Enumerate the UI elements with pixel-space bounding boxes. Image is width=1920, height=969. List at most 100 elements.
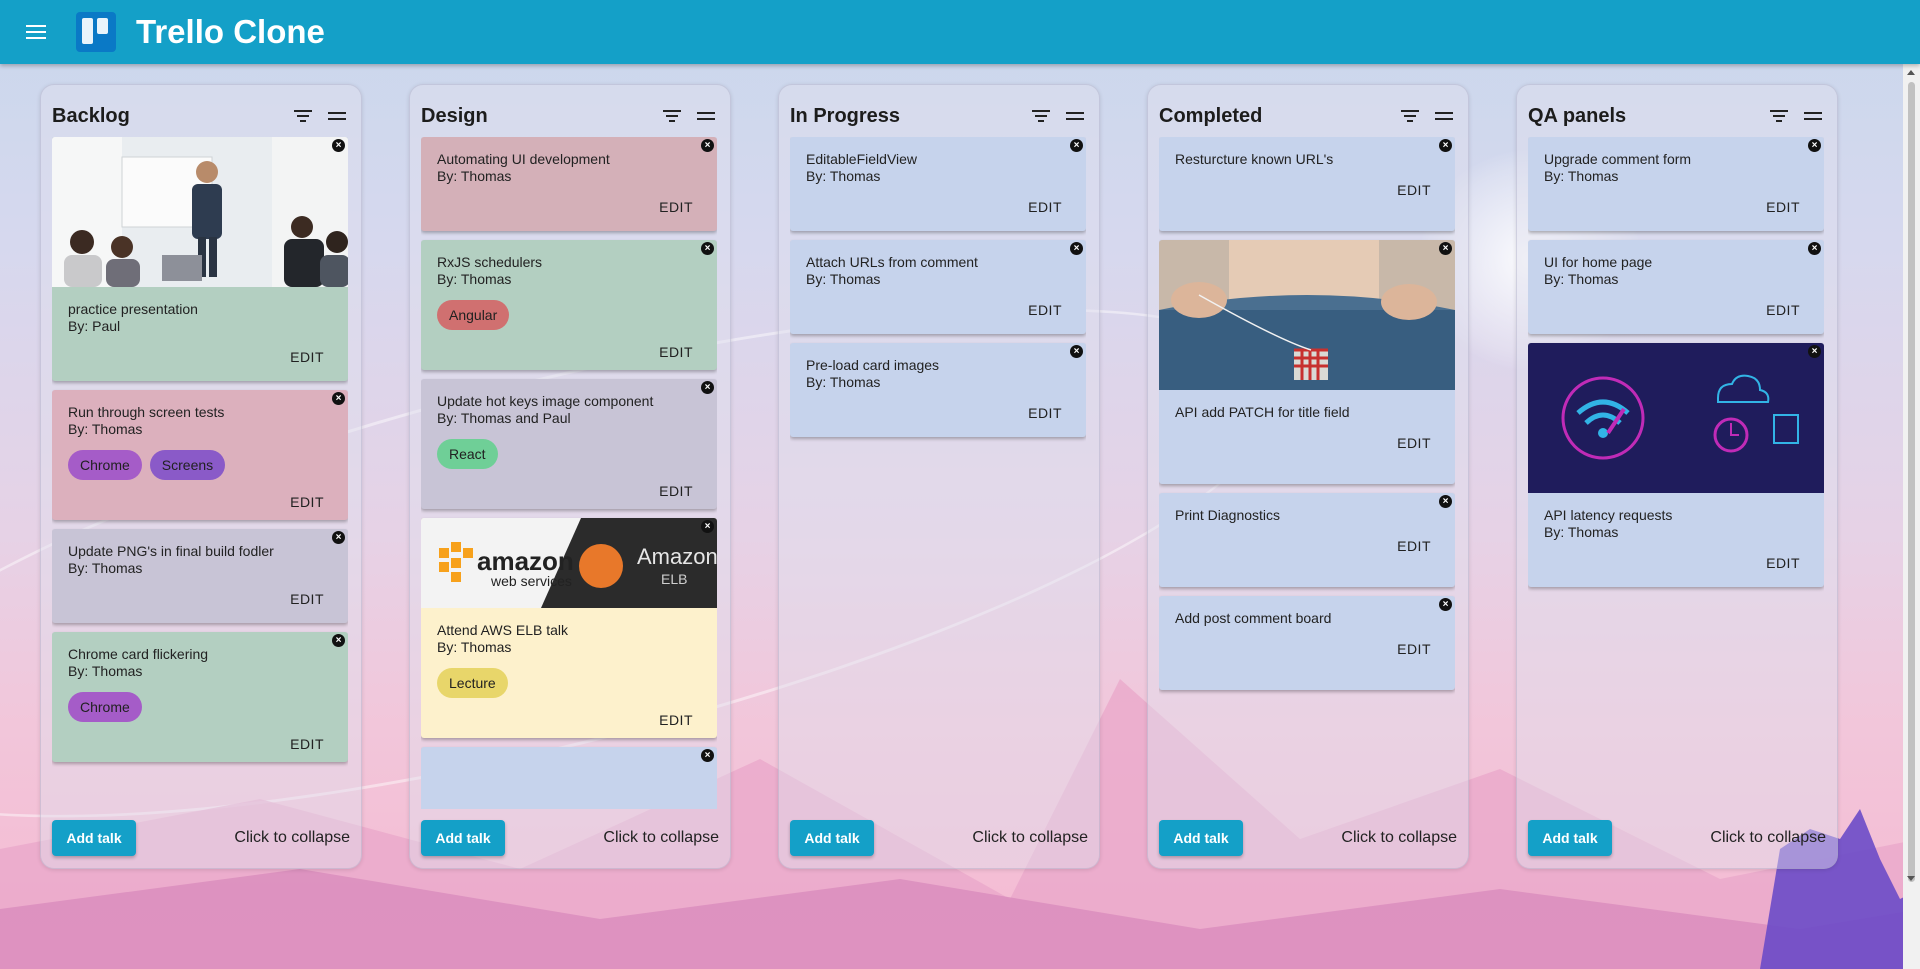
- tag-chip[interactable]: Chrome: [68, 450, 142, 480]
- scroll-up-arrow[interactable]: [1907, 70, 1915, 75]
- filter-icon[interactable]: [659, 103, 685, 129]
- close-icon[interactable]: ×: [1439, 598, 1452, 611]
- card[interactable]: × UI for home page By: Thomas EDIT: [1528, 240, 1824, 334]
- add-talk-button[interactable]: Add talk: [52, 820, 136, 856]
- edit-button[interactable]: EDIT: [68, 591, 332, 607]
- card-body: Attach URLs from comment By: Thomas EDIT: [790, 240, 1086, 334]
- menu-button[interactable]: [18, 14, 54, 50]
- edit-button[interactable]: EDIT: [437, 712, 701, 728]
- drag-handle-icon[interactable]: [1431, 103, 1457, 129]
- close-icon[interactable]: ×: [701, 520, 714, 533]
- edit-button[interactable]: EDIT: [1175, 182, 1439, 198]
- card[interactable]: × EditableFieldView By: Thomas EDIT: [790, 137, 1086, 231]
- edit-button[interactable]: EDIT: [1544, 199, 1808, 215]
- card-list[interactable]: × practice presentation By: Paul EDIT × Run t…: [52, 137, 348, 809]
- edit-button[interactable]: EDIT: [68, 736, 332, 752]
- card[interactable]: × Pre-load card images By: Thomas EDIT: [790, 343, 1086, 437]
- close-icon[interactable]: ×: [701, 381, 714, 394]
- edit-button[interactable]: EDIT: [806, 405, 1070, 421]
- card[interactable]: × Add post comment board EDIT: [1159, 596, 1455, 690]
- card-list[interactable]: × EditableFieldView By: Thomas EDIT × Attach …: [790, 137, 1086, 809]
- edit-button[interactable]: EDIT: [437, 199, 701, 215]
- edit-button[interactable]: EDIT: [1175, 641, 1439, 657]
- edit-button[interactable]: EDIT: [806, 199, 1070, 215]
- drag-handle-icon[interactable]: [1062, 103, 1088, 129]
- close-icon[interactable]: ×: [332, 139, 345, 152]
- filter-icon[interactable]: [1028, 103, 1054, 129]
- card-body: [421, 747, 717, 809]
- svg-text:web services: web services: [490, 573, 572, 589]
- tag-chip[interactable]: Lecture: [437, 668, 508, 698]
- edit-button[interactable]: EDIT: [68, 349, 332, 365]
- close-icon[interactable]: ×: [1070, 242, 1083, 255]
- card[interactable]: × Run through screen tests By: Thomas Chrom…: [52, 390, 348, 520]
- close-icon[interactable]: ×: [332, 392, 345, 405]
- collapse-link[interactable]: Click to collapse: [1341, 829, 1457, 847]
- drag-handle-icon[interactable]: [324, 103, 350, 129]
- tag-chip[interactable]: Chrome: [68, 692, 142, 722]
- card-title: Attach URLs from comment: [806, 254, 978, 270]
- card-title: API latency requests: [1544, 507, 1673, 523]
- drag-handle-icon[interactable]: [1800, 103, 1826, 129]
- card[interactable]: × Update hot keys image component By: Thom…: [421, 379, 717, 509]
- collapse-link[interactable]: Click to collapse: [972, 829, 1088, 847]
- close-icon[interactable]: ×: [1808, 345, 1821, 358]
- page-scrollbar[interactable]: [1903, 64, 1920, 969]
- close-icon[interactable]: ×: [1439, 242, 1452, 255]
- collapse-link[interactable]: Click to collapse: [603, 829, 719, 847]
- card-list[interactable]: × Automating UI development By: Thomas EDIT…: [421, 137, 717, 809]
- card-list[interactable]: × Upgrade comment form By: Thomas EDIT × UI f…: [1528, 137, 1824, 809]
- card[interactable]: × API add PATCH for title field EDIT: [1159, 240, 1455, 484]
- edit-button[interactable]: EDIT: [437, 344, 701, 360]
- close-icon[interactable]: ×: [701, 242, 714, 255]
- scroll-thumb[interactable]: [1908, 82, 1915, 882]
- filter-icon[interactable]: [1397, 103, 1423, 129]
- edit-button[interactable]: EDIT: [1544, 302, 1808, 318]
- filter-icon[interactable]: [290, 103, 316, 129]
- card[interactable]: × Attach URLs from comment By: Thomas EDIT: [790, 240, 1086, 334]
- collapse-link[interactable]: Click to collapse: [234, 829, 350, 847]
- card[interactable]: × API latency requests By: Thomas EDIT: [1528, 343, 1824, 587]
- close-icon[interactable]: ×: [1439, 495, 1452, 508]
- close-icon[interactable]: ×: [332, 634, 345, 647]
- card[interactable]: × Upgrade comment form By: Thomas EDIT: [1528, 137, 1824, 231]
- close-icon[interactable]: ×: [1808, 139, 1821, 152]
- close-icon[interactable]: ×: [1808, 242, 1821, 255]
- card[interactable]: × amazon web services Amazon ELB Attend AWS E…: [421, 518, 717, 738]
- close-icon[interactable]: ×: [1070, 345, 1083, 358]
- add-talk-button[interactable]: Add talk: [421, 820, 505, 856]
- close-icon[interactable]: ×: [701, 139, 714, 152]
- card[interactable]: × practice presentation By: Paul EDIT: [52, 137, 348, 381]
- edit-button[interactable]: EDIT: [1175, 538, 1439, 554]
- edit-button[interactable]: EDIT: [1175, 435, 1439, 451]
- collapse-link[interactable]: Click to collapse: [1710, 829, 1826, 847]
- card[interactable]: ×: [421, 747, 717, 809]
- card[interactable]: × Update PNG's in final build fodler By: T…: [52, 529, 348, 623]
- card[interactable]: × Print Diagnostics EDIT: [1159, 493, 1455, 587]
- edit-button[interactable]: EDIT: [68, 494, 332, 510]
- tag-chip[interactable]: React: [437, 439, 498, 469]
- edit-button[interactable]: EDIT: [1544, 555, 1808, 571]
- close-icon[interactable]: ×: [701, 749, 714, 762]
- add-talk-button[interactable]: Add talk: [1528, 820, 1612, 856]
- card[interactable]: × Chrome card flickering By: Thomas Chrome E…: [52, 632, 348, 762]
- close-icon[interactable]: ×: [1070, 139, 1083, 152]
- column-title: Design: [421, 104, 488, 127]
- card-author: By: Thomas and Paul: [437, 410, 571, 426]
- scroll-down-arrow[interactable]: [1907, 876, 1915, 881]
- add-talk-button[interactable]: Add talk: [1159, 820, 1243, 856]
- card[interactable]: × RxJS schedulers By: Thomas Angular EDIT: [421, 240, 717, 370]
- filter-icon[interactable]: [1766, 103, 1792, 129]
- card-list[interactable]: × Resturcture known URL's EDIT × API add PAT…: [1159, 137, 1455, 809]
- card[interactable]: × Resturcture known URL's EDIT: [1159, 137, 1455, 231]
- add-talk-button[interactable]: Add talk: [790, 820, 874, 856]
- tag-chip[interactable]: Screens: [149, 450, 226, 480]
- card[interactable]: × Automating UI development By: Thomas EDIT: [421, 137, 717, 231]
- edit-button[interactable]: EDIT: [437, 483, 701, 499]
- card-title: UI for home page: [1544, 254, 1653, 270]
- close-icon[interactable]: ×: [1439, 139, 1452, 152]
- edit-button[interactable]: EDIT: [806, 302, 1070, 318]
- tag-chip[interactable]: Angular: [437, 300, 510, 330]
- drag-handle-icon[interactable]: [693, 103, 719, 129]
- close-icon[interactable]: ×: [332, 531, 345, 544]
